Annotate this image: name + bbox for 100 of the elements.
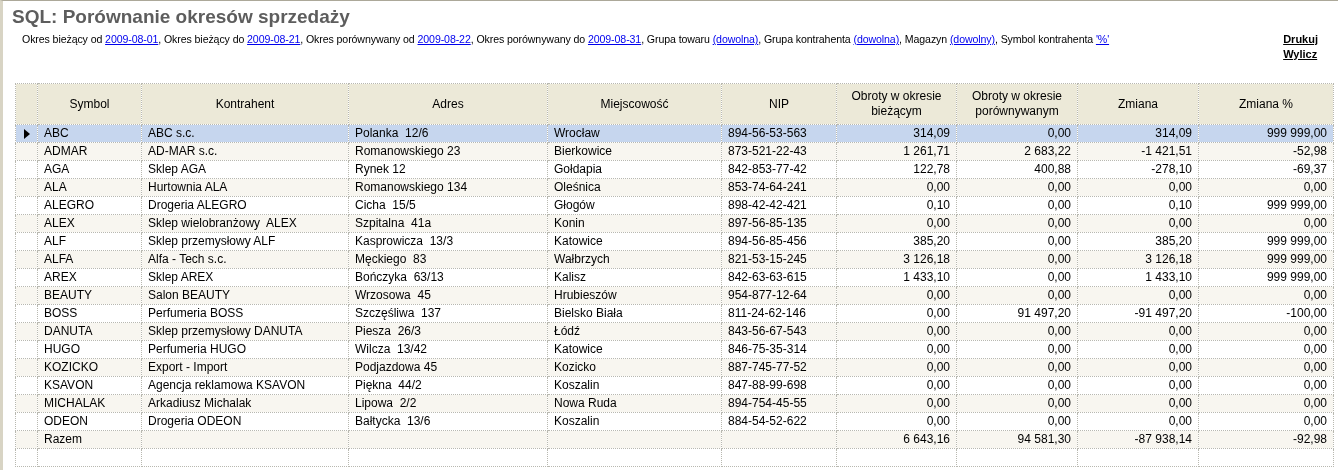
table-cell: 847-88-99-698 — [721, 376, 837, 395]
table-cell: Bielsko Biała — [547, 304, 722, 323]
column-header[interactable]: Adres — [348, 83, 548, 125]
total-cell: 6 643,16 — [836, 430, 957, 449]
table-row[interactable]: ALA Hurtownia ALA Romanowskiego 134 Oleśnica 853-74-64-241 0,00 0,00 0,00 0,00 — [15, 178, 1334, 197]
filter-link[interactable]: 2009-08-22 — [417, 33, 471, 45]
table-cell: 0,00 — [1198, 340, 1334, 359]
table-cell: 873-521-22-43 — [721, 142, 837, 161]
table-cell: Podjazdowa 45 — [348, 358, 548, 377]
table-cell: HUGO — [37, 340, 142, 359]
table-cell: 0,00 — [1198, 322, 1334, 341]
table-cell: 1 433,10 — [1077, 268, 1199, 287]
table-cell: Alfa - Tech s.c. — [141, 250, 349, 269]
table-cell: Wilcza 13/42 — [348, 340, 548, 359]
table-cell: 0,10 — [1077, 196, 1199, 215]
column-header[interactable]: Symbol — [37, 83, 142, 125]
table-cell: 0,00 — [1077, 412, 1199, 431]
column-header[interactable]: Obroty w okresie bieżącym — [836, 83, 957, 125]
report-title: SQL: Porównanie okresów sprzedaży — [11, 5, 350, 28]
table-row[interactable]: ALEX Sklep wielobranżowy ALEX Szpitalna 41a Konin 897-56-85-135 0,00 0,00 0,00 0,00 — [15, 214, 1334, 233]
table-cell: 0,00 — [1077, 286, 1199, 305]
table-cell: ADMAR — [37, 142, 142, 161]
total-cell: 94 581,30 — [956, 430, 1078, 449]
filter-summary: Okres bieżący od 2009-08-01, Okres bieżący do 2009-08-21, Okres porównywany od 2009-08-22, Okres porównywany do 2009-08-31, Grupa towaru (dowolna), Grupa kontrahenta (dowolna), Magazyn (dowolny), Symbol kontrahenta '%' — [22, 33, 1110, 45]
table-cell: 0,00 — [836, 214, 957, 233]
table-row[interactable]: KOZICKO Export - Import Podjazdowa 45 Kozicko 887-745-77-52 0,00 0,00 0,00 0,00 — [15, 358, 1334, 377]
table-cell: Piękna 44/2 — [348, 376, 548, 395]
column-header[interactable]: Miejscowość — [547, 83, 722, 125]
table-cell: Hurtownia ALA — [141, 178, 349, 197]
table-cell: ABC s.c. — [141, 124, 349, 143]
table-cell: 0,00 — [836, 340, 957, 359]
table-cell: -69,37 — [1198, 160, 1334, 179]
table-cell: 842-63-63-615 — [721, 268, 837, 287]
table-cell: Piesza 26/3 — [348, 322, 548, 341]
table-cell: Perfumeria BOSS — [141, 304, 349, 323]
table-cell: KSAVON — [37, 376, 142, 395]
table-cell: Romanowskiego 23 — [348, 142, 548, 161]
table-cell: 0,00 — [1077, 358, 1199, 377]
table-cell: ALEX — [37, 214, 142, 233]
table-cell: Sklep wielobranżowy ALEX — [141, 214, 349, 233]
total-cell: -92,98 — [1198, 430, 1334, 449]
table-cell: 1 261,71 — [836, 142, 957, 161]
filter-link[interactable]: (dowolny) — [949, 33, 995, 45]
table-cell: Sklep przemysłowy DANUTA — [141, 322, 349, 341]
table-cell: 0,00 — [1077, 322, 1199, 341]
table-cell: 999 999,00 — [1198, 232, 1334, 251]
table-row[interactable]: AREX Sklep AREX Bończyka 63/13 Kalisz 842-63-63-615 1 433,10 0,00 1 433,10 999 999,00 — [15, 268, 1334, 287]
table-row[interactable]: ABC ABC s.c. Polanka 12/6 Wrocław 894-56-53-563 314,09 0,00 314,09 999 999,00 — [15, 124, 1334, 143]
table-cell: DANUTA — [37, 322, 142, 341]
column-header[interactable]: Zmiana % — [1198, 83, 1334, 125]
table-cell: 0,00 — [1198, 394, 1334, 413]
table-cell: 0,00 — [836, 304, 957, 323]
table-cell: 0,00 — [956, 376, 1078, 395]
column-header[interactable]: NIP — [721, 83, 837, 125]
table-cell: Drogeria ALEGRO — [141, 196, 349, 215]
table-cell: 894-56-85-456 — [721, 232, 837, 251]
table-cell: 0,00 — [836, 376, 957, 395]
table-cell: Rynek 12 — [348, 160, 548, 179]
table-cell: Nowa Ruda — [547, 394, 722, 413]
table-cell: KOZICKO — [37, 358, 142, 377]
table-cell: 314,09 — [836, 124, 957, 143]
table-cell: 0,00 — [1077, 340, 1199, 359]
filter-link[interactable]: '%' — [1095, 33, 1110, 45]
table-cell: Koszalin — [547, 376, 722, 395]
table-cell: 0,00 — [956, 412, 1078, 431]
table-cell: Lipowa 2/2 — [348, 394, 548, 413]
table-cell: Wrocław — [547, 124, 722, 143]
table-cell: 0,00 — [836, 412, 957, 431]
action-link[interactable]: Drukuj — [1283, 33, 1318, 45]
table-row[interactable]: KSAVON Agencja reklamowa KSAVON Piękna 44/2 Koszalin 847-88-99-698 0,00 0,00 0,00 0,00 — [15, 376, 1334, 395]
table-row[interactable]: BEAUTY Salon BEAUTY Wrzosowa 45 Hrubieszów 954-877-12-64 0,00 0,00 0,00 0,00 — [15, 286, 1334, 305]
action-link[interactable]: Wylicz — [1283, 48, 1318, 60]
table-cell: MICHALAK — [37, 394, 142, 413]
table-cell: 0,00 — [956, 268, 1078, 287]
table-cell: Katowice — [547, 232, 722, 251]
column-header[interactable]: Obroty w okresie porównywanym — [956, 83, 1078, 125]
table-cell: 0,00 — [956, 394, 1078, 413]
table-cell: 0,00 — [956, 286, 1078, 305]
table-row[interactable]: ADMAR AD-MAR s.c. Romanowskiego 23 Bierkowice 873-521-22-43 1 261,71 2 683,22 -1 421,51 -52,98 — [15, 142, 1334, 161]
table-row[interactable]: ALFA Alfa - Tech s.c. Męckiego 83 Wałbrzych 821-53-15-245 3 126,18 0,00 3 126,18 999 999,00 — [15, 250, 1334, 269]
table-cell: 853-74-64-241 — [721, 178, 837, 197]
table-row[interactable]: BOSS Perfumeria BOSS Szczęśliwa 137 Bielsko Biała 811-24-62-146 0,00 91 497,20 -91 497,20 -100,00 — [15, 304, 1334, 323]
table-cell: 0,00 — [956, 340, 1078, 359]
table-cell: Kasprowicza 13/3 — [348, 232, 548, 251]
table-row[interactable]: ALEGRO Drogeria ALEGRO Cicha 15/5 Głogów 898-42-42-421 0,10 0,00 0,10 999 999,00 — [15, 196, 1334, 215]
table-row[interactable]: AGA Sklep AGA Rynek 12 Gołdapia 842-853-77-42 122,78 400,88 -278,10 -69,37 — [15, 160, 1334, 179]
table-cell: Kalisz — [547, 268, 722, 287]
table-row[interactable]: HUGO Perfumeria HUGO Wilcza 13/42 Katowice 846-75-35-314 0,00 0,00 0,00 0,00 — [15, 340, 1334, 359]
table-cell: 0,00 — [836, 394, 957, 413]
table-cell: 999 999,00 — [1198, 250, 1334, 269]
table-row[interactable]: MICHALAK Arkadiusz Michalak Lipowa 2/2 Nowa Ruda 894-754-45-55 0,00 0,00 0,00 0,00 — [15, 394, 1334, 413]
table-row[interactable]: ODEON Drogeria ODEON Bałtycka 13/6 Koszalin 884-54-52-622 0,00 0,00 0,00 0,00 — [15, 412, 1334, 431]
table-cell: Agencja reklamowa KSAVON — [141, 376, 349, 395]
table-row[interactable]: ALF Sklep przemysłowy ALF Kasprowicza 13/3 Katowice 894-56-85-456 385,20 0,00 385,20 999 999,00 — [15, 232, 1334, 251]
table-cell: 400,88 — [956, 160, 1078, 179]
table-cell: ODEON — [37, 412, 142, 431]
table-cell: 0,00 — [836, 178, 957, 197]
table-row[interactable]: DANUTA Sklep przemysłowy DANUTA Piesza 26/3 Łódź 843-56-67-543 0,00 0,00 0,00 0,00 — [15, 322, 1334, 341]
column-header[interactable]: Zmiana — [1077, 83, 1199, 125]
column-header[interactable]: Kontrahent — [141, 83, 349, 125]
